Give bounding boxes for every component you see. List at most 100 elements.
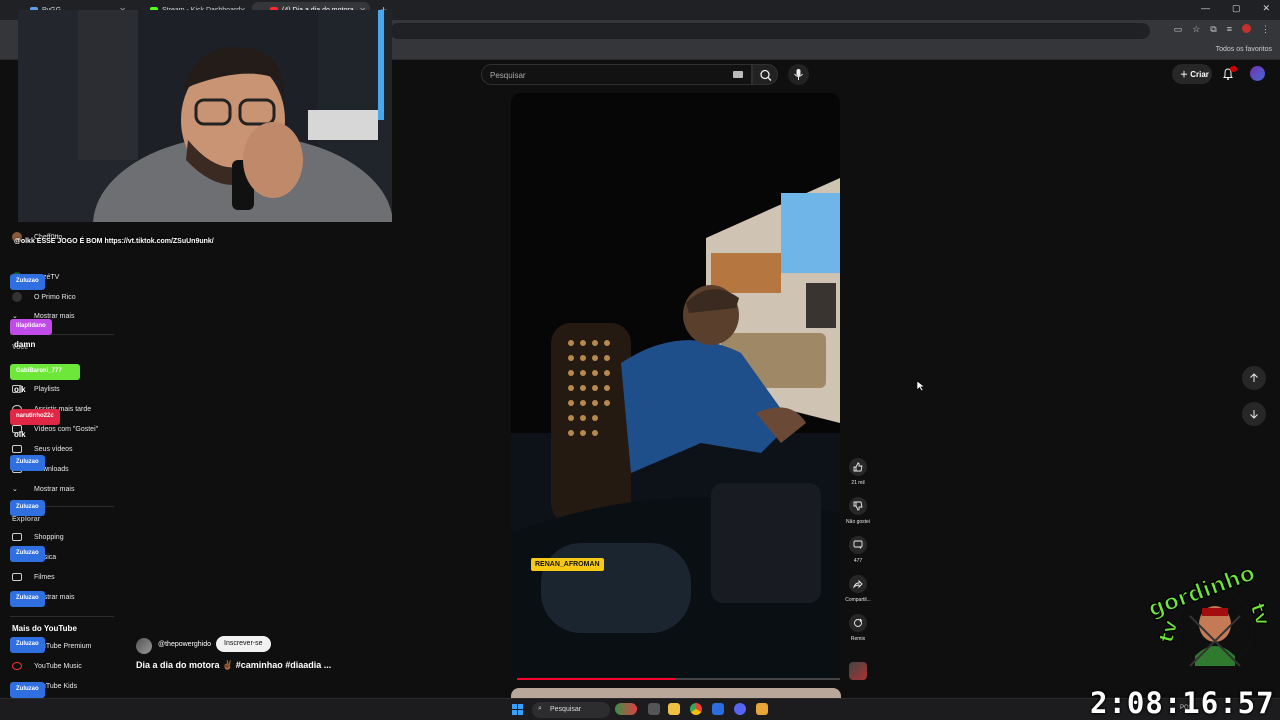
sidebar-item-primo-rico[interactable]: O Primo Rico bbox=[12, 292, 76, 306]
comment-count: 477 bbox=[853, 558, 863, 564]
thumb-down-icon bbox=[853, 501, 863, 511]
keyboard-icon[interactable] bbox=[733, 71, 743, 78]
gordinho-tv-logo: gordinho tv tv bbox=[1150, 566, 1276, 667]
chat-user-badge: GabiBaroni_777 bbox=[10, 364, 80, 380]
previous-short-button[interactable] bbox=[1242, 366, 1266, 390]
chat-message: olk bbox=[14, 385, 26, 394]
widget-icon[interactable] bbox=[615, 703, 637, 715]
sidebar-section-explorar: Explorar bbox=[12, 516, 41, 523]
sound-avatar[interactable] bbox=[849, 662, 867, 680]
dislike-circle bbox=[849, 497, 867, 515]
sidebar-item-label: Seus vídeos bbox=[34, 445, 73, 453]
chat-message: damn bbox=[14, 340, 36, 349]
share-button[interactable]: Compartil... bbox=[842, 575, 874, 603]
chat-message: @olkk ESSE JOGO É BOM https://vt.tiktok.… bbox=[14, 238, 214, 245]
create-button[interactable]: ＋ Criar bbox=[1172, 64, 1212, 84]
profile-icon[interactable] bbox=[1242, 24, 1251, 33]
sidebar-item-movies[interactable]: Filmes bbox=[12, 573, 55, 587]
media-icon[interactable]: ≡ bbox=[1227, 24, 1232, 35]
remix-button[interactable]: Remix bbox=[842, 614, 874, 642]
star-icon[interactable]: ☆ bbox=[1192, 24, 1200, 35]
chat-user-badge: Zuluzao bbox=[10, 637, 45, 653]
vlc-icon[interactable] bbox=[756, 703, 768, 715]
cast-icon[interactable]: ▭ bbox=[1174, 24, 1183, 35]
notification-badge bbox=[1230, 66, 1237, 72]
dislike-button[interactable]: Não gostei bbox=[842, 497, 874, 525]
short-channel-row: @thepowerghido Inscrever-se bbox=[136, 636, 436, 654]
sidebar-item-label: O Primo Rico bbox=[34, 293, 76, 301]
arrow-down-icon bbox=[1250, 410, 1258, 419]
taskbar-search[interactable]: ⌕ Pesquisar bbox=[532, 702, 610, 718]
sidebar-show-more[interactable]: ⌄ Mostrar mais bbox=[12, 485, 74, 499]
short-title[interactable]: Dia a dia do motora ✌🏾 #caminhao #diaadi… bbox=[136, 660, 331, 671]
next-short-button[interactable] bbox=[1242, 402, 1266, 426]
windows-start-icon[interactable] bbox=[512, 704, 523, 715]
channel-handle[interactable]: @thepowerghido bbox=[158, 641, 211, 648]
create-label: Criar bbox=[1190, 70, 1209, 79]
chat-message: olk bbox=[14, 430, 26, 439]
chat-user-badge: Zuluzao bbox=[10, 591, 45, 607]
plus-icon: ＋ bbox=[1180, 70, 1188, 79]
mouse-cursor-icon bbox=[916, 380, 926, 392]
search-input[interactable]: Pesquisar bbox=[481, 64, 752, 85]
like-circle bbox=[849, 458, 867, 476]
film-icon bbox=[12, 573, 22, 581]
webcam-frame bbox=[18, 10, 392, 222]
channel-avatar bbox=[12, 292, 22, 302]
search-button[interactable] bbox=[752, 64, 778, 85]
progress-fill bbox=[517, 678, 676, 680]
arrow-up-icon bbox=[1250, 373, 1258, 382]
dislike-label: Não gostei bbox=[846, 519, 870, 525]
sidebar-item-label: YouTube Music bbox=[34, 662, 82, 670]
share-icon bbox=[853, 579, 863, 589]
short-progress-bar[interactable] bbox=[517, 678, 840, 680]
chevron-down-icon: ⌄ bbox=[12, 486, 18, 493]
sidebar-item-label: Vídeos com "Gostei" bbox=[34, 425, 99, 433]
minimize-icon[interactable]: — bbox=[1201, 3, 1210, 14]
share-circle bbox=[849, 575, 867, 593]
video-icon bbox=[12, 445, 22, 453]
menu-icon[interactable]: ⋮ bbox=[1261, 24, 1270, 35]
remix-icon bbox=[854, 618, 863, 627]
task-view-icon[interactable] bbox=[648, 703, 660, 715]
channel-avatar[interactable] bbox=[136, 638, 152, 654]
comments-button[interactable]: 477 bbox=[842, 536, 874, 564]
short-video-player[interactable] bbox=[511, 93, 840, 680]
sidebar-item-label: Playlists bbox=[34, 385, 60, 393]
youtube-music-icon bbox=[12, 662, 22, 670]
subscribe-button[interactable]: Inscrever-se bbox=[216, 636, 271, 652]
search-icon bbox=[760, 69, 772, 81]
file-explorer-icon[interactable] bbox=[668, 703, 680, 715]
vscode-icon[interactable] bbox=[712, 703, 724, 715]
chat-user-badge: narutinho22c bbox=[10, 409, 60, 425]
like-count: 21 mil bbox=[851, 480, 865, 486]
comments-circle bbox=[849, 536, 867, 554]
microphone-icon bbox=[794, 69, 803, 80]
streamer-webcam bbox=[18, 10, 392, 222]
search-icon: ⌕ bbox=[538, 705, 542, 712]
chrome-icon[interactable] bbox=[690, 703, 702, 715]
video-text-overlay: RENAN_AFROMAN bbox=[531, 558, 604, 571]
sidebar-item-music-app[interactable]: YouTube Music bbox=[12, 662, 82, 676]
share-label: Compartil... bbox=[845, 597, 871, 603]
chat-user-badge: Zuluzao bbox=[10, 274, 45, 290]
account-avatar[interactable] bbox=[1250, 66, 1265, 81]
taskbar-search-label: Pesquisar bbox=[550, 706, 582, 713]
windows-taskbar: ⌕ Pesquisar POR bbox=[0, 698, 1280, 720]
sidebar-item-shopping[interactable]: Shopping bbox=[12, 533, 64, 547]
toolbar-icons: ▭ ☆ ⧉ ≡ ⋮ bbox=[1174, 24, 1270, 35]
remix-label: Remix bbox=[850, 636, 866, 642]
close-window-icon[interactable]: ✕ bbox=[1262, 3, 1270, 14]
voice-search-button[interactable] bbox=[788, 64, 809, 85]
maximize-icon[interactable]: ▢ bbox=[1232, 3, 1241, 14]
like-button[interactable]: 21 mil bbox=[842, 458, 874, 486]
sidebar-item-label: Shopping bbox=[34, 533, 64, 541]
address-bar[interactable] bbox=[390, 23, 1150, 39]
sidebar-divider bbox=[10, 616, 114, 617]
discord-icon[interactable] bbox=[734, 703, 746, 715]
all-bookmarks-link[interactable]: Todos os favoritos bbox=[1216, 46, 1272, 53]
extensions-icon[interactable]: ⧉ bbox=[1210, 24, 1216, 35]
stream-uptime-timer: 2:08:16:57 bbox=[1090, 686, 1275, 720]
comment-icon bbox=[853, 540, 863, 549]
video-frame bbox=[511, 93, 840, 680]
